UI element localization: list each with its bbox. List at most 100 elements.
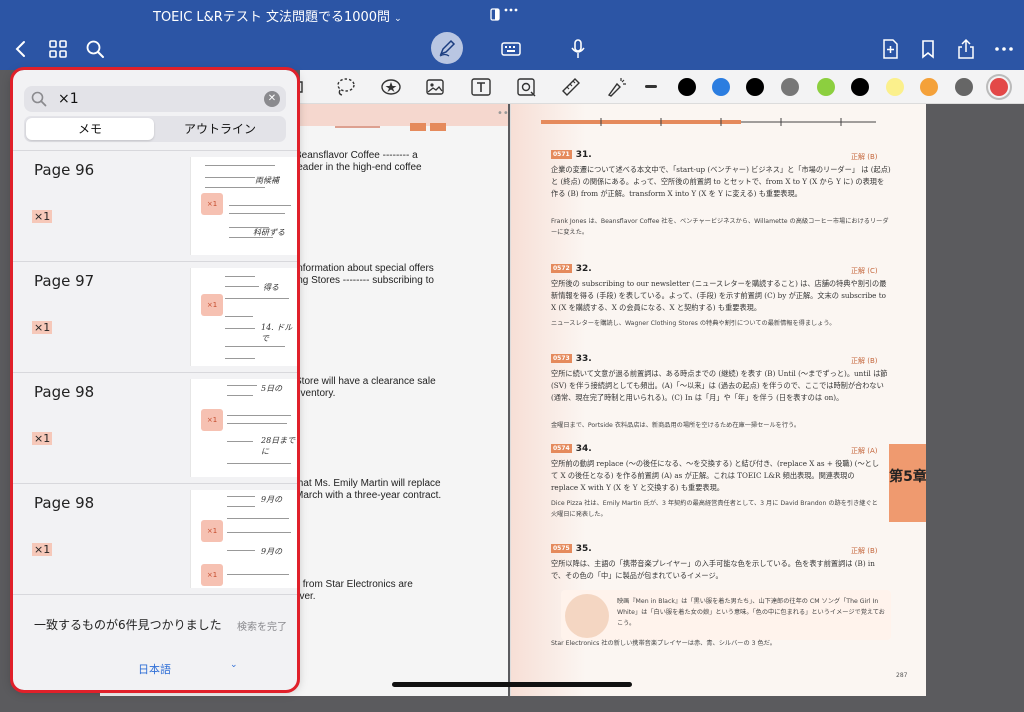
question-explanation: 空所以降は、主語の「携帯音楽プレイヤー」の入手可能な色を示している。色を表す前置… [551, 559, 875, 580]
back-chevron-icon[interactable] [8, 36, 34, 62]
background-strip [926, 104, 1024, 696]
left-page-line: nventory. [295, 388, 336, 399]
question-explanation: 空所前の動詞 replace (〜の後任になる、〜を交換する) と結び付き、(r… [551, 459, 880, 492]
search-result-item[interactable]: Page 98 ×1 ×1 5日の 28日までに [12, 372, 298, 483]
microphone-icon[interactable] [565, 36, 591, 62]
color-swatch-yellow[interactable] [886, 78, 904, 96]
color-swatch-dark-gray[interactable] [955, 78, 973, 96]
add-page-icon[interactable] [877, 36, 903, 62]
answer-label: 正解 (B) [851, 153, 878, 161]
share-icon[interactable] [953, 36, 979, 62]
color-swatch-black-3[interactable] [851, 78, 869, 96]
question-number: 0572 32. [551, 264, 592, 274]
screenshot-icon[interactable] [515, 76, 537, 98]
result-thumbnail[interactable]: ×1 ×1 9月の 9月の [190, 490, 298, 588]
pen-icon[interactable] [431, 32, 463, 64]
result-thumbnail[interactable]: ×1 両候補 科研ずる [190, 157, 298, 255]
color-swatch-gray[interactable] [781, 78, 799, 96]
search-field[interactable]: ✕ [24, 86, 286, 112]
answer-label: 正解 (C) [851, 267, 878, 275]
search-scope-segmented-control: メモ アウトライン [24, 116, 286, 142]
question-translation: ニュースレターを購読し、Wagner Clothing Stores の特典や割… [551, 320, 836, 327]
bookmark-icon[interactable] [915, 36, 941, 62]
question-translation: Star Electronics 社の新しい携帯音楽プレイヤーは赤、青、シルバー… [551, 640, 776, 647]
left-page-line: s from Star Electronics are [295, 579, 413, 590]
result-match-highlight: ×1 [32, 543, 53, 556]
ruler-icon[interactable] [560, 76, 582, 98]
left-page-line: Beansflavor Coffee -------- a [295, 150, 418, 161]
magnifier-icon [31, 91, 47, 107]
chevron-down-icon[interactable]: ⌄ [230, 660, 238, 670]
segment-memo[interactable]: メモ [26, 118, 154, 140]
keyboard-icon[interactable] [498, 36, 524, 62]
result-page-label: Page 98 [34, 383, 95, 401]
lasso-icon[interactable] [334, 76, 356, 98]
result-match-highlight: ×1 [32, 210, 53, 223]
search-input[interactable] [58, 89, 258, 109]
page-number: 287 [896, 672, 908, 679]
color-swatch-blue[interactable] [712, 78, 730, 96]
result-page-label: Page 98 [34, 494, 95, 512]
left-page-line: that Ms. Emily Martin will replace [295, 478, 441, 489]
left-page-line: ing Stores -------- subscribing to [295, 275, 434, 286]
title-chevron-icon[interactable]: ⌄ [394, 14, 402, 24]
result-page-label: Page 97 [34, 272, 95, 290]
annotation-tool-row [292, 70, 1024, 104]
result-thumbnail[interactable]: ×1 5日の 28日までに [190, 379, 298, 477]
result-page-label: Page 96 [34, 161, 95, 179]
image-icon[interactable] [424, 76, 446, 98]
color-swatch-orange[interactable] [920, 78, 938, 96]
thumbnail-match-badge: ×1 [201, 193, 223, 215]
question-number: 0573 33. [551, 354, 592, 364]
question-translation: Dice Pizza 社は、Emily Martin 氏が、3 年契約の最高経営… [551, 500, 878, 518]
teacher-illustration [565, 594, 609, 638]
grid-icon[interactable] [45, 36, 71, 62]
color-swatch-red[interactable] [990, 78, 1008, 96]
thumbnail-match-badge: ×1 [201, 294, 223, 316]
answer-label: 正解 (B) [851, 357, 878, 365]
home-indicator[interactable] [392, 682, 632, 687]
multitask-dots-icon[interactable] [490, 6, 520, 22]
finish-search-button[interactable]: 検索を完了 [237, 618, 287, 633]
language-selector[interactable]: 日本語 [138, 661, 171, 677]
left-page-line: Store will have a clearance sale [295, 376, 436, 387]
search-panel: ✕ メモ アウトライン Page 96 ×1 ×1 両候補科研ずる Page 9… [12, 70, 298, 690]
color-swatch-black[interactable] [678, 78, 696, 96]
answer-label: 正解 (A) [851, 447, 878, 455]
color-swatch-green[interactable] [817, 78, 835, 96]
text-icon[interactable] [470, 76, 492, 98]
thumbnail-match-badge: ×1 [201, 520, 223, 542]
question-translation: Frank Jones は、Beansflavor Coffee 社を、ベンチャ… [551, 218, 889, 236]
question-number: 0574 34. [551, 444, 592, 454]
result-match-highlight: ×1 [32, 321, 53, 334]
document-title[interactable]: TOEIC L&Rテスト 文法問題でる1000問 ⌄ [153, 6, 402, 25]
more-icon[interactable] [991, 36, 1017, 62]
left-page-line: leader in the high-end coffee [295, 162, 422, 173]
left-page-line: information about special offers [295, 263, 434, 274]
search-result-item[interactable]: Page 97 ×1 ×1 得る 14. ドルで [12, 261, 298, 372]
segment-outline[interactable]: アウトライン [156, 118, 284, 140]
left-page-line: ilver. [295, 591, 316, 602]
result-match-highlight: ×1 [32, 432, 53, 445]
laser-pointer-icon[interactable] [605, 76, 627, 98]
progress-track [541, 118, 876, 126]
question-number: 0571 31. [551, 150, 592, 160]
clear-search-icon[interactable]: ✕ [264, 91, 280, 107]
tip-text: 映画『Men in Black』は「黒い服を着た男たち」、山下達郎の往年の CM… [617, 598, 885, 627]
search-result-item[interactable]: Page 96 ×1 ×1 両候補 科研ずる [12, 150, 298, 261]
chapter-tab: 第5章 [889, 444, 926, 522]
document-page-right: 0571 31. 正解 (B) 企業の変遷について述べる本文中で、「start-u… [510, 104, 926, 696]
search-icon[interactable] [82, 36, 108, 62]
sticker-icon[interactable] [380, 76, 402, 98]
document-title-text: TOEIC L&Rテスト 文法問題でる1000問 [153, 10, 391, 25]
stroke-width-indicator[interactable] [645, 85, 657, 88]
thumbnail-match-badge: ×1 [201, 564, 223, 586]
question-explanation: 空所に続いて文意が過る前置詞は、ある時点までの (継続) を表す (B) Unt… [551, 369, 888, 402]
thumbnail-match-badge: ×1 [201, 409, 223, 431]
search-result-item[interactable]: Page 98 ×1 ×1 ×1 9月の 9月の [12, 483, 298, 594]
color-swatch-black-2[interactable] [746, 78, 764, 96]
question-explanation: 企業の変遷について述べる本文中で、「start-up (ベンチャー) ビジネス」… [551, 165, 891, 198]
result-thumbnail[interactable]: ×1 得る 14. ドルで [190, 268, 298, 366]
left-page-line: March with a three-year contract. [295, 490, 442, 501]
result-count-text: 一致するものが6件見つかりました [34, 618, 222, 632]
